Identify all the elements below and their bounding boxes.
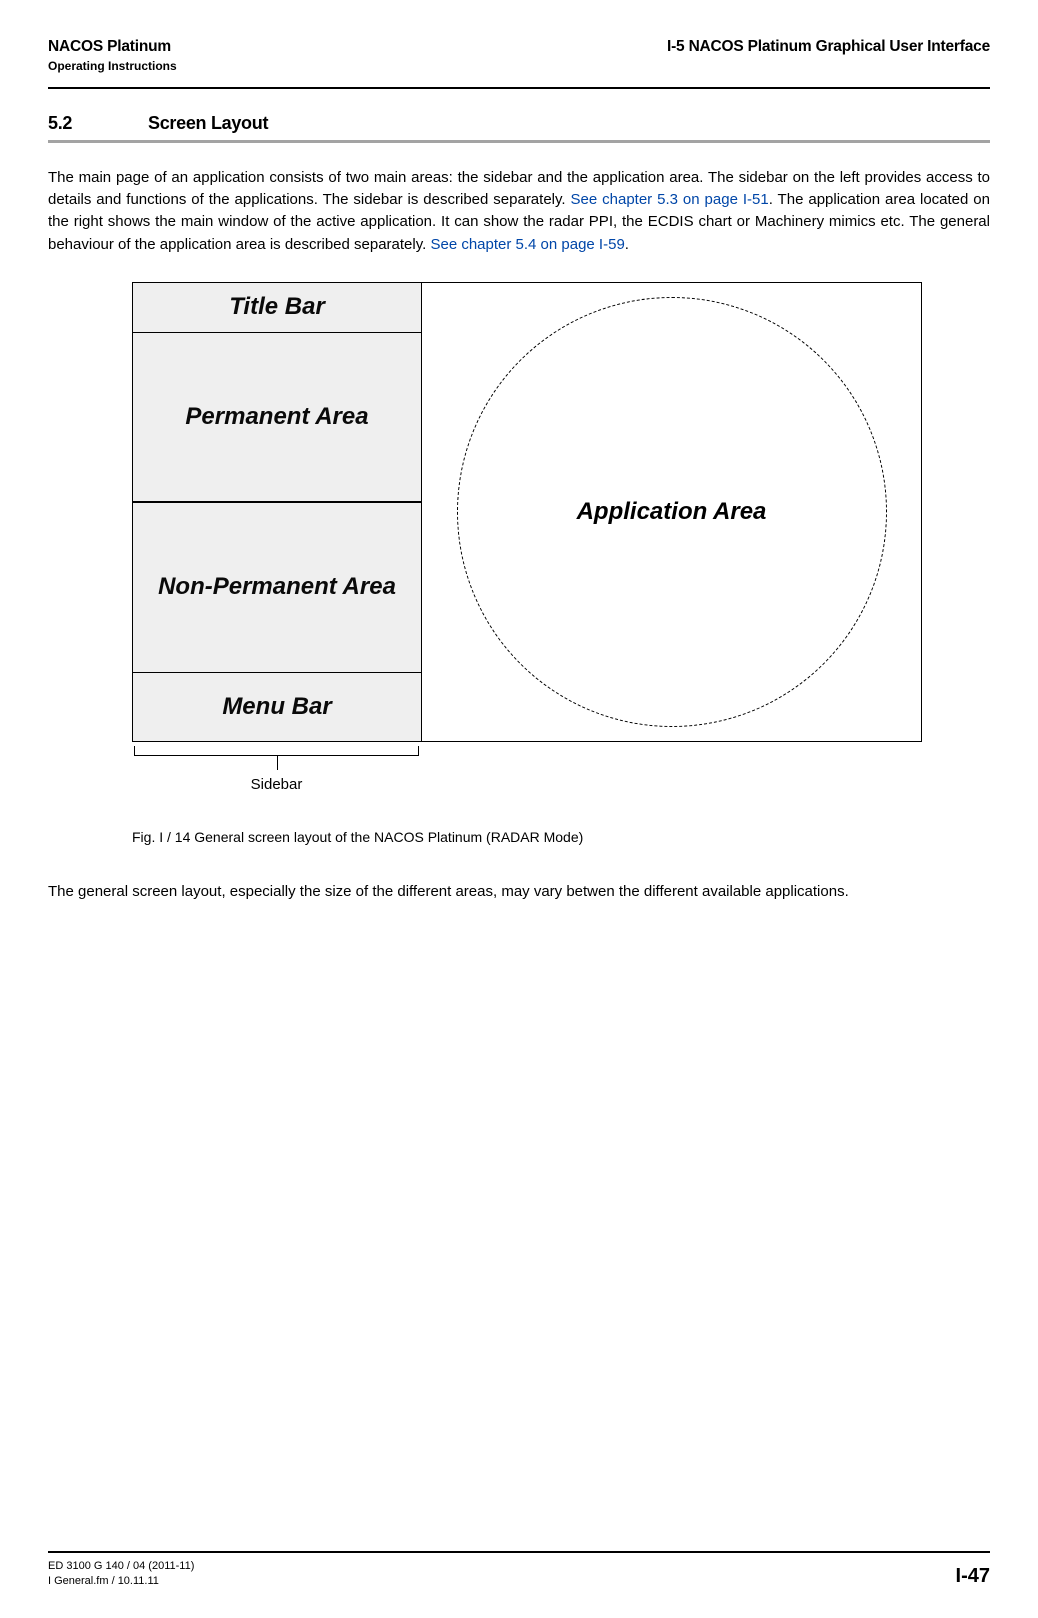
footer-rule	[48, 1551, 990, 1553]
footer-line2: I General.fm / 10.11.11	[48, 1574, 194, 1588]
sidebar-column: Title Bar Permanent Area Non-Permanent A…	[133, 283, 422, 741]
intro-paragraph: The main page of an application consists…	[48, 167, 990, 256]
xref-5-3[interactable]: See chapter 5.3 on page I-51	[571, 191, 769, 208]
application-area-circle: Application Area	[457, 297, 887, 727]
page-footer: ED 3100 G 140 / 04 (2011-11) I General.f…	[48, 1551, 990, 1588]
non-permanent-area-region: Non-Permanent Area	[133, 503, 421, 673]
section-heading: 5.2 Screen Layout	[48, 113, 990, 134]
figure-caption: Fig. I / 14 General screen layout of the…	[132, 829, 990, 845]
figure: Title Bar Permanent Area Non-Permanent A…	[132, 282, 922, 793]
page-header: NACOS Platinum Operating Instructions I-…	[48, 38, 990, 73]
sidebar-bracket	[132, 742, 421, 780]
section-rule	[48, 140, 990, 143]
header-left-title: NACOS Platinum	[48, 38, 177, 56]
footer-line1: ED 3100 G 140 / 04 (2011-11)	[48, 1559, 194, 1573]
layout-diagram: Title Bar Permanent Area Non-Permanent A…	[132, 282, 922, 742]
application-area-column: Application Area	[422, 283, 921, 741]
header-right-title: I-5 NACOS Platinum Graphical User Interf…	[667, 38, 990, 56]
xref-5-4[interactable]: See chapter 5.4 on page I-59	[430, 236, 624, 253]
section-title: Screen Layout	[148, 113, 268, 134]
permanent-area-region: Permanent Area	[133, 333, 421, 503]
header-left-sub: Operating Instructions	[48, 59, 177, 73]
title-bar-region: Title Bar	[133, 283, 421, 333]
closing-paragraph: The general screen layout, especially th…	[48, 881, 990, 903]
menu-bar-region: Menu Bar	[133, 673, 421, 741]
header-rule	[48, 87, 990, 89]
section-number: 5.2	[48, 113, 88, 134]
page-number: I-47	[956, 1565, 990, 1588]
para1-text3: .	[625, 236, 629, 253]
